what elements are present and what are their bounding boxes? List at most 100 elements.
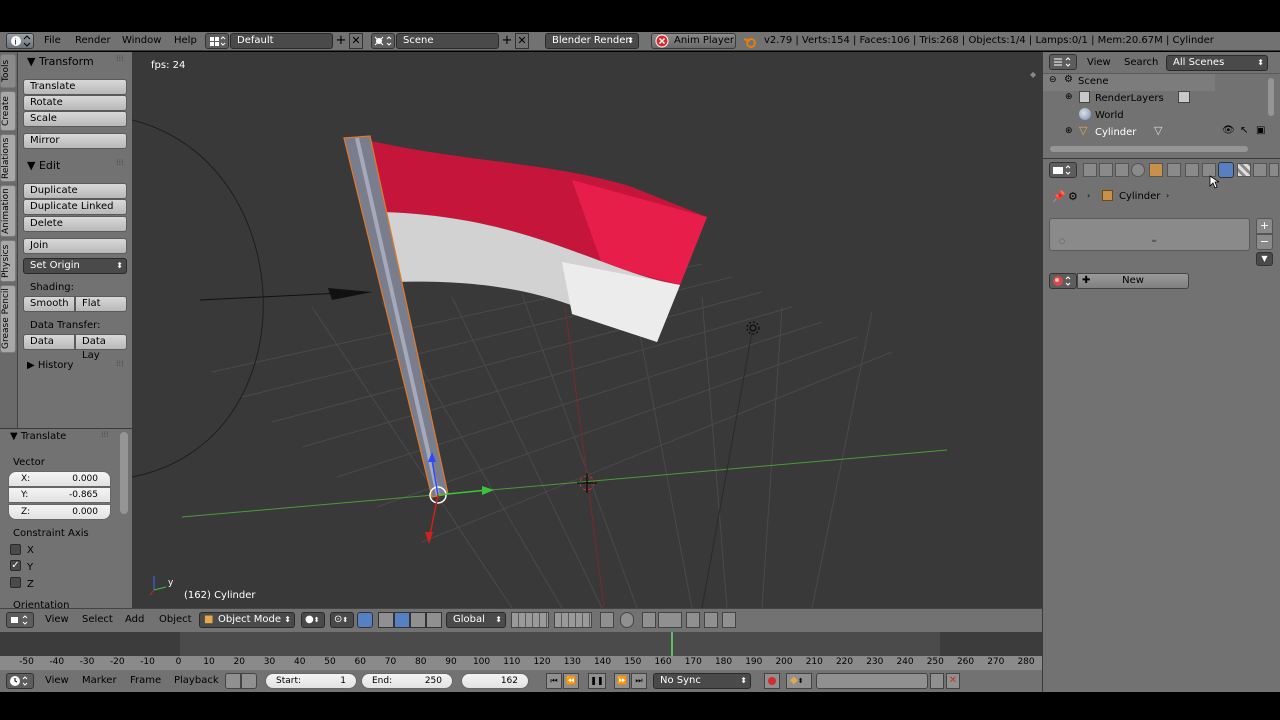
timeline-ruler[interactable] xyxy=(0,656,1042,670)
render-anim-icon[interactable] xyxy=(704,612,718,628)
outliner-item-renderlayers[interactable]: ⊕ RenderLayers xyxy=(1046,91,1268,108)
pause-button[interactable]: ❚❚ xyxy=(588,673,606,689)
outliner-item-world[interactable]: World xyxy=(1046,108,1268,125)
record-button[interactable] xyxy=(764,673,780,689)
material-tab-icon[interactable] xyxy=(1218,162,1234,178)
layers-grid-1[interactable] xyxy=(511,612,549,628)
join-button[interactable]: Join xyxy=(23,238,127,254)
screen-layout-icon-button[interactable] xyxy=(205,33,229,49)
mode-select[interactable]: ■ Object Mode ⬍ xyxy=(199,612,295,628)
menu-add[interactable]: Add xyxy=(125,614,144,625)
expand-icon[interactable]: ⊕ xyxy=(1065,126,1073,136)
render-engine-select[interactable]: Blender Render ⬍ xyxy=(545,33,639,49)
object-tab-icon[interactable] xyxy=(1149,163,1163,177)
scene-icon-button[interactable] xyxy=(371,33,395,49)
material-browse-button[interactable] xyxy=(1049,273,1077,289)
timeline-menu-playback[interactable]: Playback xyxy=(174,675,219,686)
render-camera-icon[interactable]: ▣ xyxy=(1256,125,1265,136)
screen-layout-field[interactable]: Default xyxy=(230,33,333,49)
data-button[interactable]: Data xyxy=(23,334,75,350)
vector-z-field[interactable]: Z: 0.000 xyxy=(8,504,111,520)
scene-breadcrumb-icon[interactable]: ⚙ xyxy=(1068,190,1078,203)
end-frame-field[interactable]: End: 250 xyxy=(361,673,453,689)
tab-animation[interactable]: Animation xyxy=(0,185,16,237)
scale-button[interactable]: Scale xyxy=(23,111,127,127)
mirror-button[interactable]: Mirror xyxy=(23,133,127,149)
transform-orientation-select[interactable]: Global ⬍ xyxy=(446,612,506,628)
transform-panel-header[interactable]: ▼ Transform xyxy=(27,55,94,68)
visibility-eye-icon[interactable]: 👁 xyxy=(1222,125,1235,136)
outliner-editor-type-button[interactable] xyxy=(1049,54,1077,70)
scale-manipulator-icon[interactable] xyxy=(410,612,426,628)
physics-tab-icon[interactable] xyxy=(1269,163,1279,177)
current-frame-field[interactable]: 162 xyxy=(461,673,529,689)
proportional-edit-icon[interactable] xyxy=(620,612,634,628)
current-frame-line[interactable] xyxy=(671,632,673,656)
menu-object[interactable]: Object xyxy=(159,614,192,625)
start-frame-field[interactable]: Start: 1 xyxy=(265,673,357,689)
tab-grease-pencil[interactable]: Grease Pencil xyxy=(0,285,16,353)
menu-file[interactable]: File xyxy=(44,35,61,46)
data-layers-button[interactable]: Data Lay xyxy=(75,334,127,361)
opengl-render-icon[interactable] xyxy=(686,612,700,628)
menu-view[interactable]: View xyxy=(45,614,69,625)
world-tab-icon[interactable] xyxy=(1131,163,1145,177)
translate-manipulator-icon[interactable] xyxy=(378,612,394,628)
delete-button[interactable]: Delete xyxy=(23,216,127,232)
outliner-item-cylinder[interactable]: ⊕ ▽ Cylinder ▽ 👁 ↖ ▣ xyxy=(1046,124,1268,142)
scene-tab-icon[interactable] xyxy=(1115,163,1129,177)
menu-render[interactable]: Render xyxy=(75,35,111,46)
rotate-button[interactable]: Rotate xyxy=(23,95,127,111)
add-slot-button[interactable]: + xyxy=(1256,218,1273,234)
jump-keyframe-back-button[interactable]: ⏪ xyxy=(563,673,579,689)
3d-viewport[interactable]: fps: 24 y (162) Cylinder ◆ xyxy=(132,52,1042,608)
set-origin-select[interactable]: Set Origin ⬍ xyxy=(23,258,127,274)
manipulator-toggle[interactable] xyxy=(357,612,373,628)
menu-select[interactable]: Select xyxy=(82,614,113,625)
render-layers-tab-icon[interactable] xyxy=(1099,163,1113,177)
add-scene-icon[interactable]: + xyxy=(500,33,514,49)
timeline-menu-marker[interactable]: Marker xyxy=(82,675,117,686)
anim-player-button[interactable]: Anim Player xyxy=(651,33,736,49)
timeline-menu-frame[interactable]: Frame xyxy=(130,675,161,686)
outliner-item-scene[interactable]: ⊖ ⚙ Scene xyxy=(1046,74,1268,91)
viewport-shading-select[interactable]: ●⬍ xyxy=(301,612,325,628)
manipulator-extra-icon[interactable] xyxy=(426,612,442,628)
sync-mode-select[interactable]: No Sync ⬍ xyxy=(653,673,751,689)
delete-layout-icon[interactable]: ✕ xyxy=(349,33,363,49)
jump-start-button[interactable]: ⏮ xyxy=(546,673,562,689)
viewport-editor-type-button[interactable] xyxy=(6,612,34,628)
snap-toggle-icon[interactable] xyxy=(642,612,656,628)
menu-window[interactable]: Window xyxy=(122,35,161,46)
delete-keyframe-icon[interactable]: ✕ xyxy=(946,673,960,689)
new-material-button[interactable]: ✚ New xyxy=(1077,273,1189,289)
pivot-point-select[interactable]: ⊙⬍ xyxy=(330,612,354,628)
preview-range-toggle[interactable] xyxy=(225,673,241,689)
particles-tab-icon[interactable] xyxy=(1253,163,1267,177)
outliner-display-select[interactable]: All Scenes ⬍ xyxy=(1166,55,1268,71)
delete-scene-icon[interactable]: ✕ xyxy=(515,33,529,49)
collapse-icon[interactable]: ⊖ xyxy=(1049,75,1057,85)
material-slots-list[interactable]: ○ ═ xyxy=(1049,218,1250,251)
properties-editor-type-button[interactable] xyxy=(1049,162,1077,178)
modifiers-tab-icon[interactable] xyxy=(1185,163,1199,177)
constraint-y-checkbox[interactable]: ✓ xyxy=(10,560,21,571)
rotate-manipulator-icon[interactable] xyxy=(394,612,410,628)
keying-set-field[interactable] xyxy=(816,673,928,689)
tab-create[interactable]: Create xyxy=(0,91,16,131)
tab-relations[interactable]: Relations xyxy=(0,134,16,182)
vector-y-field[interactable]: Y: -0.865 xyxy=(8,487,111,503)
timeline-menu-view[interactable]: View xyxy=(45,675,69,686)
outliner-menu-view[interactable]: View xyxy=(1087,57,1111,68)
constraint-x-checkbox[interactable] xyxy=(10,544,21,555)
snap-element-select[interactable] xyxy=(658,612,682,628)
jump-keyframe-forward-button[interactable]: ⏩ xyxy=(614,673,630,689)
slot-specials-menu[interactable]: ▼ xyxy=(1256,252,1273,266)
drag-handle-icon[interactable]: ⁞⁞⁞ xyxy=(116,359,124,368)
layers-grid-2[interactable] xyxy=(554,612,592,628)
outliner-menu-search[interactable]: Search xyxy=(1124,57,1158,68)
selectable-cursor-icon[interactable]: ↖ xyxy=(1240,125,1248,136)
drag-handle-icon[interactable]: ⁞⁞⁞ xyxy=(116,158,124,167)
outliner-vscrollbar[interactable] xyxy=(1268,78,1274,116)
lock-range-toggle[interactable] xyxy=(241,673,257,689)
